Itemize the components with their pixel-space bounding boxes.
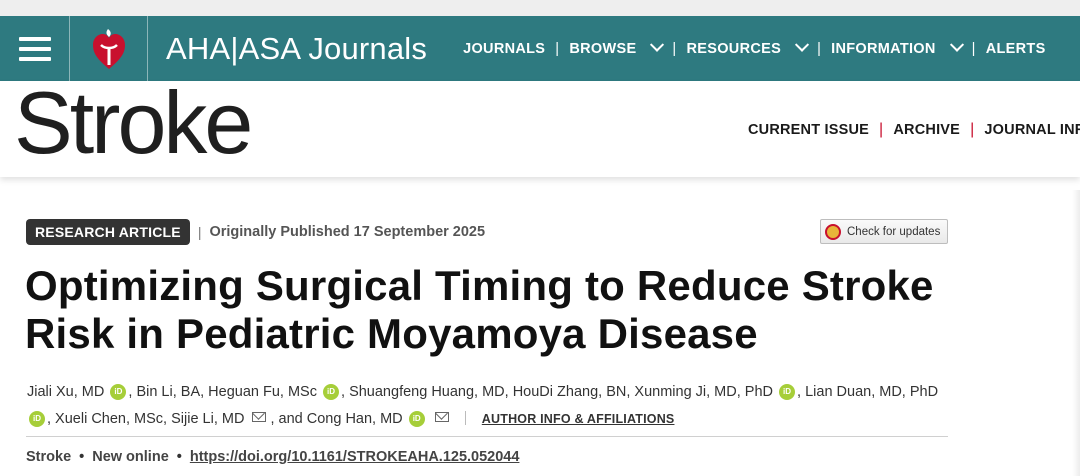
browser-top-strip <box>0 0 1080 16</box>
heart-torch-icon <box>92 28 125 69</box>
journal-logo[interactable]: Stroke <box>14 76 253 169</box>
nav-journals[interactable]: JOURNALS <box>463 41 545 57</box>
doi-link[interactable]: https://doi.org/10.1161/STROKEAHA.125.05… <box>190 449 520 465</box>
chevron-down-icon <box>794 37 810 52</box>
nav-alerts-label: ALERTS <box>985 40 1046 57</box>
journal-nav-archive[interactable]: ARCHIVE <box>893 122 960 138</box>
journal-nav: CURRENT ISSUE | ARCHIVE | JOURNAL INFOR <box>748 121 1080 139</box>
nav-separator: | <box>817 40 822 57</box>
nav-separator: | <box>555 40 560 57</box>
author-name[interactable]: Jiali Xu, MD <box>27 384 104 400</box>
aha-heart-logo[interactable] <box>70 16 148 81</box>
chevron-down-icon <box>949 37 964 52</box>
journal-name: Stroke <box>26 449 72 465</box>
article-meta: RESEARCH ARTICLE | Originally Published … <box>26 219 485 245</box>
site-brand[interactable]: AHA|ASA Journals <box>166 31 427 67</box>
site-header: AHA|ASA Journals JOURNALS | BROWSE | RES… <box>0 16 1080 81</box>
nav-browse-label: BROWSE <box>569 40 637 57</box>
author-name[interactable]: , and Cong Han, MD <box>270 411 402 427</box>
nav-alerts[interactable]: ALERTS <box>986 41 1046 57</box>
author-separator <box>464 411 466 425</box>
author-list: Jiali Xu, MD iD, Bin Li, BA, Heguan Fu, … <box>27 379 947 433</box>
journal-nav-separator: | <box>970 121 975 138</box>
citation-row: Stroke • New online • https://doi.org/10… <box>26 449 519 465</box>
journal-nav-separator: | <box>879 121 884 138</box>
nav-separator: | <box>672 40 677 57</box>
article-type-badge: RESEARCH ARTICLE <box>26 219 190 245</box>
check-updates-button[interactable]: Check for updates <box>820 219 948 244</box>
orcid-icon[interactable]: iD <box>408 411 425 427</box>
author-info-link[interactable]: AUTHOR INFO & AFFILIATIONS <box>482 412 675 426</box>
nav-resources[interactable]: RESOURCES <box>686 37 810 57</box>
top-nav: JOURNALS | BROWSE | RESOURCES | INFORMAT… <box>463 37 1046 57</box>
nav-resources-label: RESOURCES <box>686 40 782 57</box>
author-name[interactable]: , Lian Duan, MD, PhD <box>797 384 938 400</box>
dot-separator: • <box>176 449 182 465</box>
author-name[interactable]: , Bin Li, BA, Heguan Fu, MSc <box>128 384 317 400</box>
journal-nav-current-issue[interactable]: CURRENT ISSUE <box>748 122 869 138</box>
publish-date: Originally Published 17 September 2025 <box>209 224 486 240</box>
publication-status: New online <box>92 449 169 465</box>
nav-information[interactable]: INFORMATION <box>831 37 964 57</box>
mail-icon[interactable] <box>434 412 449 422</box>
author-name[interactable]: , Shuangfeng Huang, MD, HouDi Zhang, BN,… <box>341 384 773 400</box>
orcid-icon[interactable]: iD <box>779 384 796 400</box>
orcid-icon[interactable]: iD <box>29 411 45 427</box>
menu-icon[interactable] <box>0 16 70 81</box>
chevron-down-icon <box>650 37 665 52</box>
meta-separator: | <box>197 224 202 240</box>
side-panel-edge <box>1072 190 1080 476</box>
journal-nav-wrap: CURRENT ISSUE | ARCHIVE | JOURNAL INFOR <box>748 81 1080 177</box>
divider <box>26 436 948 437</box>
crossmark-icon <box>825 223 841 240</box>
mail-icon[interactable] <box>252 412 267 422</box>
nav-browse[interactable]: BROWSE <box>569 37 665 57</box>
check-updates-label: Check for updates <box>847 225 941 238</box>
nav-information-label: INFORMATION <box>831 40 936 57</box>
nav-separator: | <box>971 40 976 57</box>
journal-header: Stroke CURRENT ISSUE | ARCHIVE | JOURNAL… <box>0 76 1080 177</box>
dot-separator: • <box>79 449 85 465</box>
orcid-icon[interactable]: iD <box>110 384 127 400</box>
nav-journals-label: JOURNALS <box>463 40 546 57</box>
article-title: Optimizing Surgical Timing to Reduce Str… <box>25 262 934 357</box>
orcid-icon[interactable]: iD <box>323 384 340 400</box>
author-name[interactable]: , Xueli Chen, MSc, Sijie Li, MD <box>47 411 244 427</box>
journal-nav-journal-info[interactable]: JOURNAL INFOR <box>984 122 1080 138</box>
